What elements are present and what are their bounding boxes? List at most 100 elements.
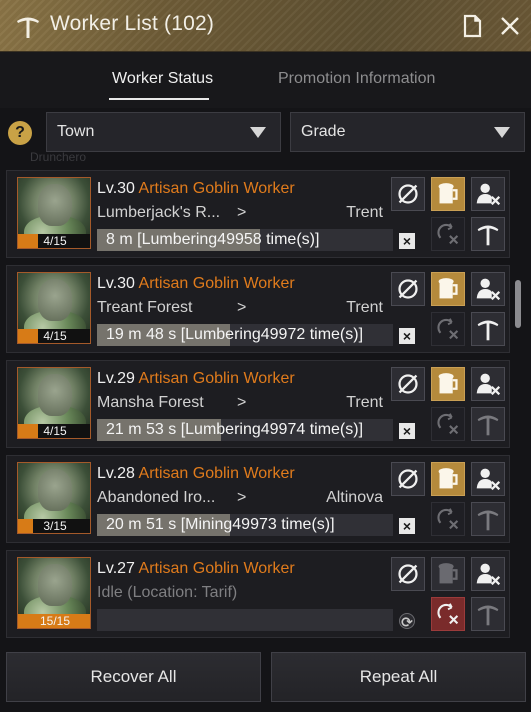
job-progress-bar: 20 m 51 s [Mining49973 time(s)]	[97, 514, 393, 536]
help-icon[interactable]: ?	[8, 121, 32, 145]
worker-destination: Trent	[346, 299, 383, 316]
worker-face-art	[38, 279, 72, 321]
job-progress-bar: 19 m 48 s [Lumbering49972 time(s)]	[97, 324, 393, 346]
beer-mug-icon[interactable]	[431, 272, 465, 306]
worker-level: Lv.30	[97, 180, 135, 197]
cancel-job-icon[interactable]: ×	[399, 518, 415, 534]
worker-card[interactable]: 15/15 Lv.27 Artisan Goblin Worker Idle (Lo…	[6, 550, 510, 638]
fire-worker-icon[interactable]	[471, 177, 505, 211]
stamina-bar: 3/15	[18, 519, 90, 533]
worker-portrait: 4/15	[17, 367, 91, 439]
repeat-cancel-icon[interactable]	[431, 217, 465, 251]
chevron-down-icon	[494, 127, 510, 138]
worker-destination: Altinova	[326, 489, 383, 506]
refresh-icon[interactable]: ⟳	[399, 613, 415, 630]
fire-worker-icon[interactable]	[471, 272, 505, 306]
cancel-job-icon[interactable]: ×	[399, 423, 415, 439]
worker-level-line: Lv.30 Artisan Goblin Worker	[97, 180, 295, 198]
town-filter-dropdown[interactable]: Town	[46, 112, 281, 152]
active-tab-underline	[109, 98, 209, 100]
title-bar[interactable]: Worker List (102)	[0, 0, 531, 52]
worker-name: Artisan Goblin Worker	[138, 465, 295, 482]
worker-level-line: Lv.30 Artisan Goblin Worker	[97, 275, 295, 293]
pause-slash-icon[interactable]	[391, 462, 425, 496]
repeat-cancel-icon[interactable]	[431, 502, 465, 536]
fire-worker-icon[interactable]	[471, 462, 505, 496]
document-icon[interactable]	[459, 13, 485, 39]
worker-card[interactable]: 4/15 Lv.29 Artisan Goblin Worker Mansha Fo…	[6, 360, 510, 448]
beer-mug-icon[interactable]	[431, 557, 465, 591]
worker-idle-status: Idle (Location: Tarif)	[97, 584, 238, 601]
route-arrow: >	[237, 204, 247, 221]
route-arrow: >	[237, 489, 247, 506]
worker-level: Lv.28	[97, 465, 135, 482]
route-arrow: >	[237, 299, 247, 316]
stamina-bar: 15/15	[18, 614, 90, 628]
tab-worker-status[interactable]: Worker Status	[112, 70, 213, 88]
tab-promotion-information[interactable]: Promotion Information	[278, 70, 435, 88]
worker-level-line: Lv.29 Artisan Goblin Worker	[97, 370, 295, 388]
worker-location: Mansha Forest	[97, 394, 204, 411]
worker-card[interactable]: 4/15 Lv.30 Artisan Goblin Worker Lumberjac…	[6, 170, 510, 258]
stamina-bar: 4/15	[18, 329, 90, 343]
tab-bar: Worker Status Promotion Information	[0, 52, 531, 108]
cancel-job-icon[interactable]: ×	[399, 328, 415, 344]
worker-level: Lv.30	[97, 275, 135, 292]
promote-pickaxe-icon[interactable]	[471, 312, 505, 346]
cancel-job-icon[interactable]: ×	[399, 233, 415, 249]
worker-face-art	[38, 374, 72, 416]
worker-destination: Trent	[346, 394, 383, 411]
promote-pickaxe-icon[interactable]	[471, 502, 505, 536]
grade-filter-dropdown[interactable]: Grade	[290, 112, 525, 152]
stamina-text: 15/15	[39, 614, 71, 628]
worker-level: Lv.27	[97, 560, 135, 577]
pause-slash-icon[interactable]	[391, 272, 425, 306]
stamina-text: 3/15	[43, 519, 67, 533]
job-status-text: 21 m 53 s [Lumbering49974 time(s)]	[106, 421, 364, 438]
fire-worker-icon[interactable]	[471, 367, 505, 401]
route-arrow: >	[237, 394, 247, 411]
worker-name: Artisan Goblin Worker	[138, 275, 295, 292]
worker-destination: Trent	[346, 204, 383, 221]
promote-pickaxe-icon[interactable]	[471, 597, 505, 631]
fire-worker-icon[interactable]	[471, 557, 505, 591]
scrollbar[interactable]	[515, 280, 521, 328]
grade-filter-label: Grade	[301, 123, 346, 140]
pause-slash-icon[interactable]	[391, 367, 425, 401]
worker-portrait: 4/15	[17, 177, 91, 249]
repeat-cancel-icon[interactable]	[431, 312, 465, 346]
job-progress-bar: 8 m [Lumbering49958 time(s)]	[97, 229, 393, 251]
worker-list-window: Worker List (102) Worker Status Promotio…	[0, 0, 531, 712]
worker-level: Lv.29	[97, 370, 135, 387]
repeat-all-button[interactable]: Repeat All	[271, 652, 526, 702]
beer-mug-icon[interactable]	[431, 462, 465, 496]
worker-level-line: Lv.28 Artisan Goblin Worker	[97, 465, 295, 483]
worker-card[interactable]: 3/15 Lv.28 Artisan Goblin Worker Abandoned…	[6, 455, 510, 543]
promote-pickaxe-icon[interactable]	[471, 407, 505, 441]
window-title: Worker List (102)	[50, 12, 215, 35]
pause-slash-icon[interactable]	[391, 177, 425, 211]
worker-name: Artisan Goblin Worker	[138, 560, 295, 577]
pickaxe-icon	[17, 17, 39, 38]
close-icon[interactable]	[497, 13, 523, 39]
stamina-bar: 4/15	[18, 234, 90, 248]
worker-location: Treant Forest	[97, 299, 193, 316]
pause-slash-icon[interactable]	[391, 557, 425, 591]
recover-all-button[interactable]: Recover All	[6, 652, 261, 702]
worker-face-art	[38, 469, 72, 511]
stamina-text: 4/15	[43, 234, 67, 248]
job-status-text: 19 m 48 s [Lumbering49972 time(s)]	[106, 326, 364, 343]
worker-location: Abandoned Iro...	[97, 489, 216, 506]
worker-card[interactable]: 4/15 Lv.30 Artisan Goblin Worker Treant Fo…	[6, 265, 510, 353]
stamina-text: 4/15	[43, 424, 67, 438]
repeat-cancel-icon[interactable]	[431, 407, 465, 441]
job-status-text: 8 m [Lumbering49958 time(s)]	[106, 231, 320, 248]
chevron-down-icon	[250, 127, 266, 138]
beer-mug-icon[interactable]	[431, 177, 465, 211]
beer-mug-icon[interactable]	[431, 367, 465, 401]
repeat-cancel-icon[interactable]	[431, 597, 465, 631]
promote-pickaxe-icon[interactable]	[471, 217, 505, 251]
worker-portrait: 3/15	[17, 462, 91, 534]
worker-location: Lumberjack's R...	[97, 204, 221, 221]
job-progress-bar: 21 m 53 s [Lumbering49974 time(s)]	[97, 419, 393, 441]
